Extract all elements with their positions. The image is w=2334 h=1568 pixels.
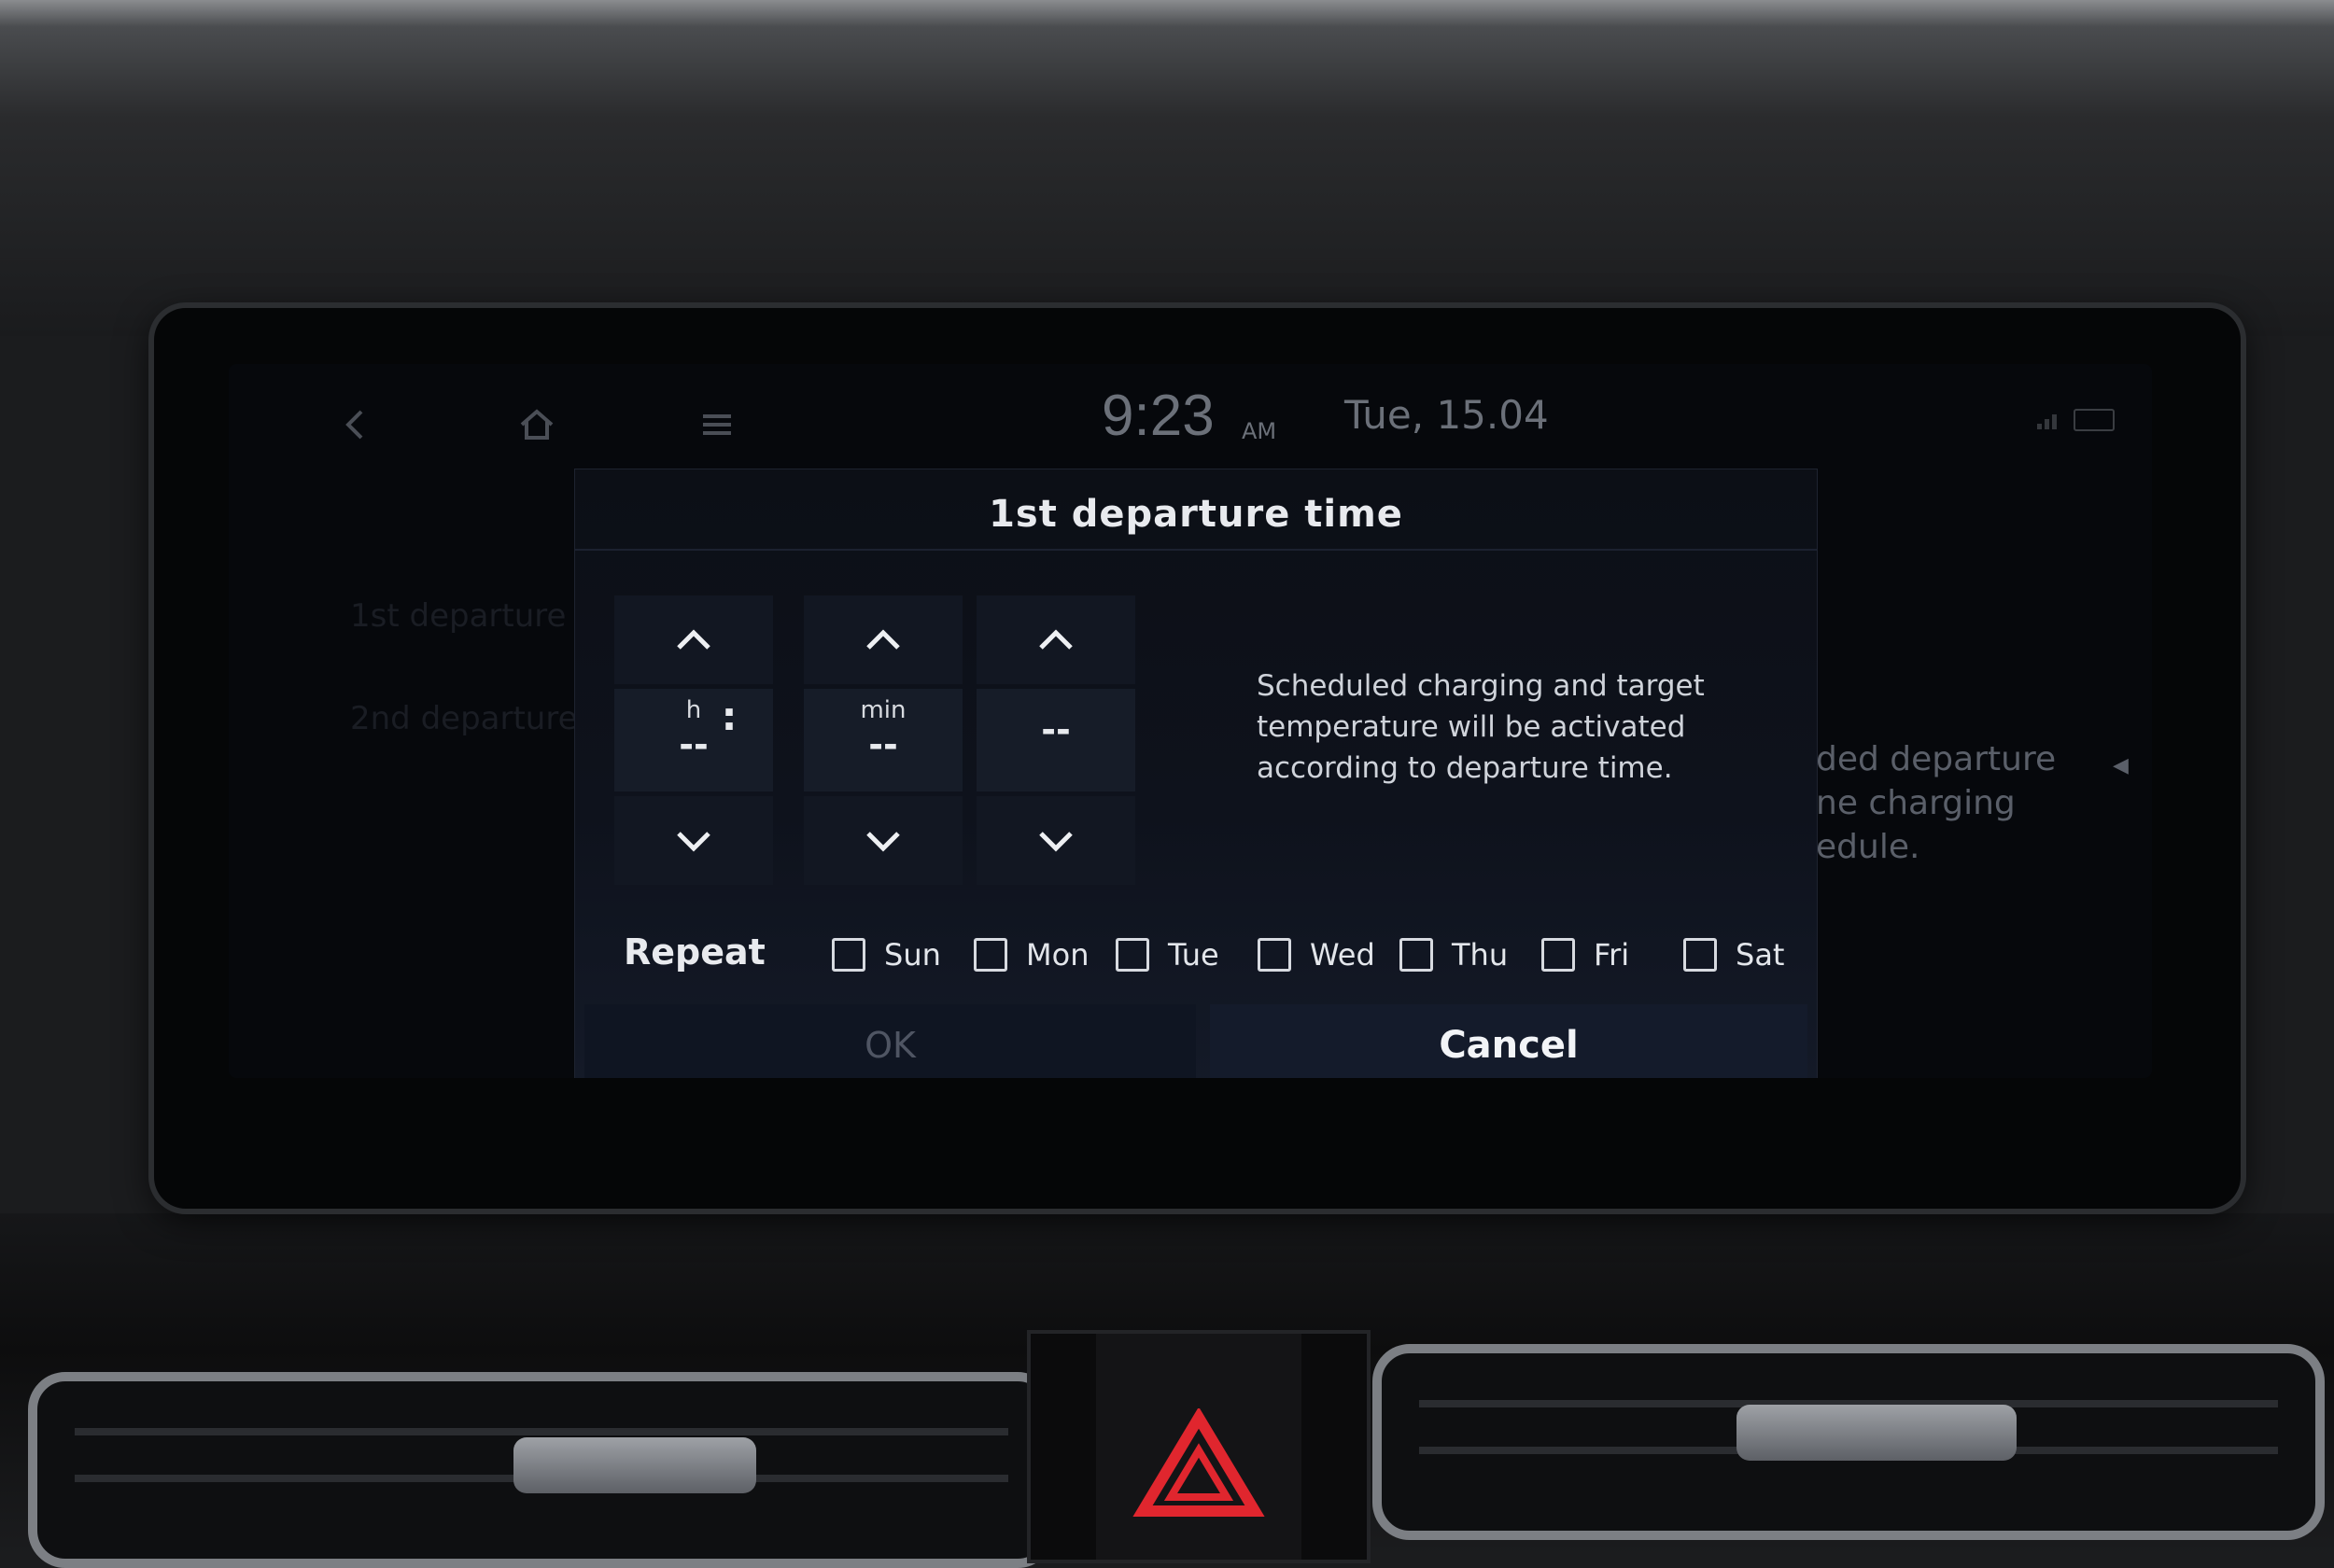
minute-value: -- <box>868 724 898 765</box>
bg-list-item-1: 1st departure <box>350 597 567 635</box>
hour-label: h <box>685 696 702 724</box>
minute-down-button[interactable] <box>804 796 963 885</box>
hour-field[interactable]: h -- <box>614 689 773 791</box>
infotainment-screen: 9:23 AM Tue, 15.04 1st departure 2nd dep… <box>229 364 2152 1078</box>
ok-button[interactable]: OK <box>584 1004 1196 1078</box>
clock-ampm: AM <box>1242 418 1277 444</box>
hour-down-button[interactable] <box>614 796 773 885</box>
dashboard-top <box>0 0 2334 336</box>
info-text: Scheduled charging and target temperatur… <box>1257 669 1705 785</box>
checkbox[interactable] <box>1683 938 1717 972</box>
checkbox[interactable] <box>1258 938 1291 972</box>
vent-knob-left[interactable] <box>513 1437 756 1493</box>
bg-description: ded departure ne charging edule. <box>1816 737 2124 869</box>
day-checkbox-sat[interactable]: Sat <box>1683 933 1784 976</box>
bg-list-item-2: 2nd departure <box>350 700 578 737</box>
checkbox[interactable] <box>1399 938 1433 972</box>
clock-time: 9:23 <box>1102 384 1215 448</box>
dialog-buttons: OK Cancel <box>575 997 1817 1078</box>
title-divider <box>575 549 1817 551</box>
departure-time-dialog: 1st departure time h -- : min -- -- Sche… <box>574 469 1818 1078</box>
checkbox[interactable] <box>974 938 1007 972</box>
bg-description-line: ded departure <box>1816 740 2057 778</box>
day-label: Thu <box>1452 937 1509 973</box>
battery-icon <box>2074 409 2115 431</box>
hazard-triangle-icon <box>1132 1408 1265 1517</box>
hour-value: -- <box>679 724 709 765</box>
date-display: Tue, 15.04 <box>1344 392 1549 438</box>
hazard-button[interactable] <box>1096 1334 1301 1560</box>
chevron-down-icon <box>866 831 900 852</box>
chevron-up-icon <box>866 628 900 650</box>
checkbox[interactable] <box>1116 938 1149 972</box>
dialog-title: 1st departure time <box>989 493 1403 536</box>
day-label: Tue <box>1168 937 1219 973</box>
hour-up-button[interactable] <box>614 595 773 684</box>
repeat-label: Repeat <box>624 931 766 973</box>
vent-knob-right[interactable] <box>1736 1405 2017 1461</box>
checkbox[interactable] <box>832 938 865 972</box>
day-checkbox-sun[interactable]: Sun <box>832 933 941 976</box>
status-bar: 9:23 AM Tue, 15.04 <box>229 364 2152 476</box>
minute-up-button[interactable] <box>804 595 963 684</box>
day-label: Sat <box>1736 937 1785 973</box>
day-checkbox-thu[interactable]: Thu <box>1399 933 1508 976</box>
bg-description-line: edule. <box>1816 828 1920 866</box>
day-checkbox-wed[interactable]: Wed <box>1258 933 1375 976</box>
chevron-down-icon <box>677 831 710 852</box>
day-checkbox-tue[interactable]: Tue <box>1116 933 1219 976</box>
minute-label: min <box>860 696 907 724</box>
air-vent-left <box>28 1372 1055 1568</box>
checkbox[interactable] <box>1541 938 1575 972</box>
day-label: Fri <box>1594 937 1630 973</box>
bg-arrow-icon: ◀ <box>2113 754 2129 777</box>
day-label: Mon <box>1026 937 1090 973</box>
home-icon[interactable] <box>509 401 565 448</box>
menu-icon[interactable] <box>689 401 745 448</box>
hazard-panel <box>1027 1330 1371 1563</box>
day-label: Wed <box>1310 937 1375 973</box>
air-vent-right <box>1372 1344 2325 1540</box>
period-up-button[interactable] <box>977 595 1135 684</box>
period-down-button[interactable] <box>977 796 1135 885</box>
day-checkbox-mon[interactable]: Mon <box>974 933 1089 976</box>
back-icon[interactable] <box>327 401 383 448</box>
chevron-up-icon <box>1039 628 1073 650</box>
period-field[interactable]: -- <box>977 689 1135 791</box>
minute-field[interactable]: min -- <box>804 689 963 791</box>
cancel-button[interactable]: Cancel <box>1210 1004 1807 1078</box>
signal-icon <box>2035 409 2063 429</box>
time-separator: : <box>721 693 738 739</box>
chevron-down-icon <box>1039 831 1073 852</box>
chevron-up-icon <box>677 628 710 650</box>
bg-description-line: ne charging <box>1816 784 2016 822</box>
day-checkbox-fri[interactable]: Fri <box>1541 933 1629 976</box>
period-value: -- <box>1041 709 1071 750</box>
day-label: Sun <box>884 937 941 973</box>
